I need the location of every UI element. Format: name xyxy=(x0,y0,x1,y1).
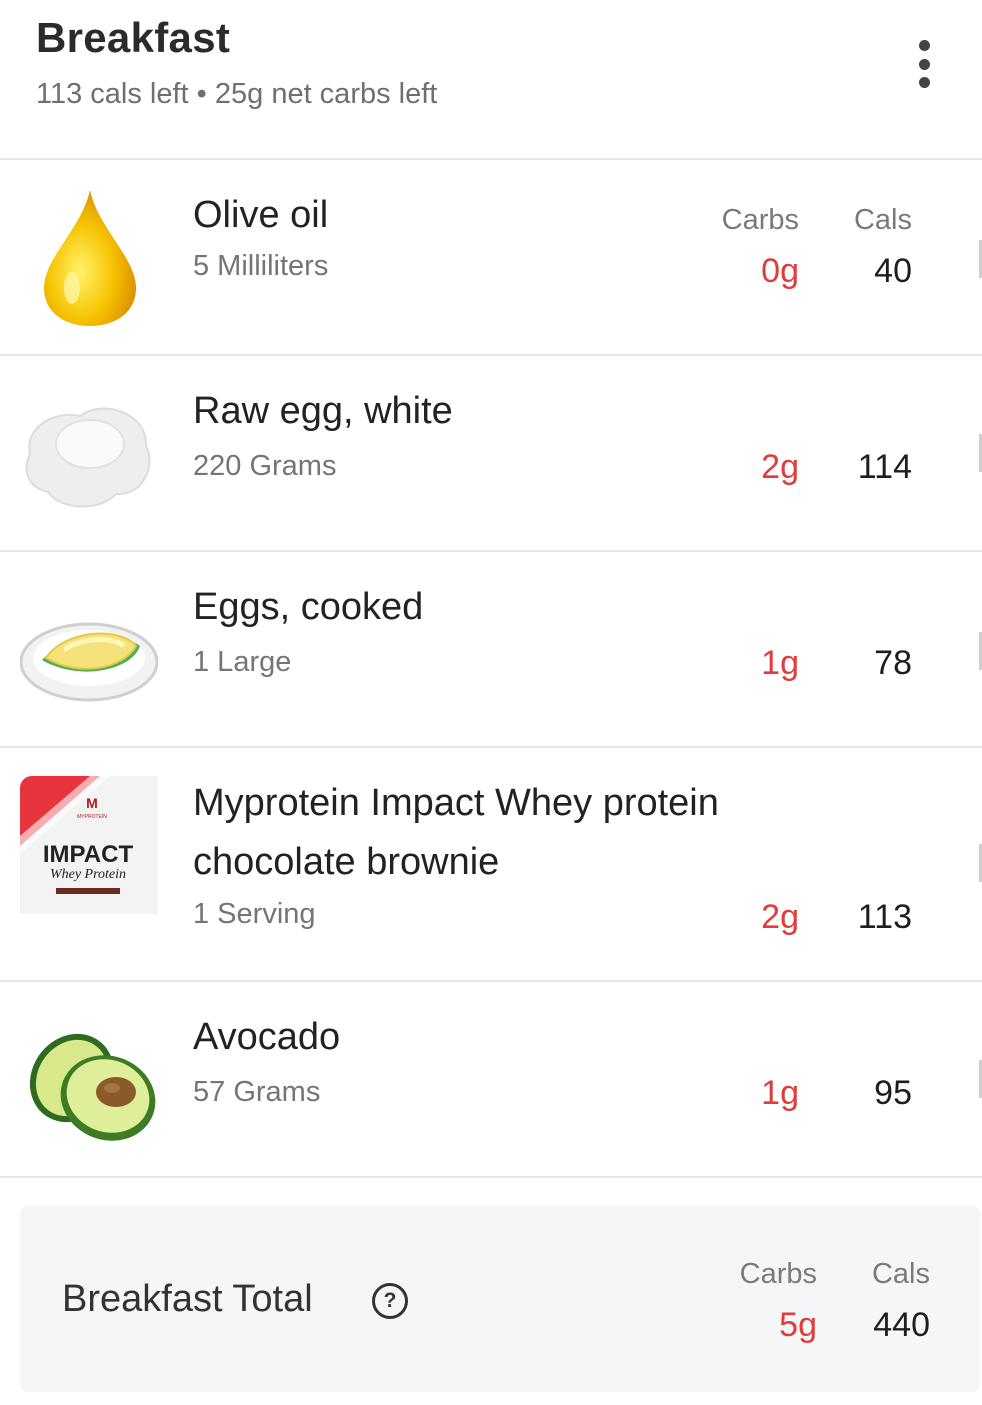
food-carbs: 2g xyxy=(761,898,799,936)
total-cals-header: Cals xyxy=(871,1258,930,1290)
svg-text:IMPACT: IMPACT xyxy=(43,841,134,868)
food-cals: 95 xyxy=(874,1074,912,1112)
more-options-icon[interactable] xyxy=(906,40,942,88)
total-carbs: 5g xyxy=(779,1306,817,1344)
food-serving: 1 Serving xyxy=(193,898,316,930)
food-row-myprotein-impact-whey[interactable]: M MYPROTEIN IMPACT Whey Protein Myprotei… xyxy=(0,748,982,980)
meal-header: Breakfast 113 cals left • 25g net carbs … xyxy=(0,0,982,158)
food-row-avocado[interactable]: Avocado 57 Grams 1g 95 xyxy=(0,982,982,1176)
food-carbs: 1g xyxy=(761,1074,799,1112)
food-row-eggs-cooked[interactable]: Eggs, cooked 1 Large 1g 78 xyxy=(0,552,982,746)
svg-text:Whey Protein: Whey Protein xyxy=(50,867,126,882)
food-cals: 113 xyxy=(857,898,912,936)
protein-pouch-icon: M MYPROTEIN IMPACT Whey Protein xyxy=(20,776,158,914)
egg-white-icon xyxy=(25,407,151,508)
food-cals: 78 xyxy=(874,644,912,682)
total-carbs-header: Carbs xyxy=(739,1258,817,1290)
food-name: Avocado xyxy=(193,1016,341,1058)
carbs-header: Carbs xyxy=(721,204,799,236)
meal-total-label: Breakfast Total xyxy=(62,1278,313,1320)
food-serving: 5 Milliliters xyxy=(193,250,329,282)
food-serving: 1 Large xyxy=(193,646,292,678)
food-name: Myprotein Impact Whey protein chocolate … xyxy=(193,782,719,883)
meal-title: Breakfast xyxy=(36,14,231,61)
food-serving: 57 Grams xyxy=(193,1076,321,1108)
olive-oil-drop-icon xyxy=(44,190,136,326)
omelette-plate-icon xyxy=(20,622,158,702)
food-carbs: 1g xyxy=(761,644,799,682)
food-row-raw-egg-white[interactable]: Raw egg, white 220 Grams 2g 114 xyxy=(0,356,982,550)
divider xyxy=(0,1176,982,1178)
food-row-olive-oil[interactable]: Olive oil 5 Milliliters Carbs Cals 0g 40 xyxy=(0,160,982,354)
avocado-halves-icon xyxy=(29,1033,156,1141)
food-cals: 40 xyxy=(874,252,912,290)
food-name: Eggs, cooked xyxy=(193,586,424,628)
help-icon[interactable]: ? xyxy=(372,1283,408,1319)
meal-summary: 113 cals left • 25g net carbs left xyxy=(36,78,438,110)
food-serving: 220 Grams xyxy=(193,450,337,482)
food-carbs: 2g xyxy=(761,448,799,486)
meal-total-card: Breakfast Total ? Carbs Cals 5g 440 xyxy=(20,1206,980,1392)
cals-header: Cals xyxy=(853,204,912,236)
food-name: Raw egg, white xyxy=(193,390,453,432)
total-cals: 440 xyxy=(873,1306,930,1344)
svg-text:M: M xyxy=(86,795,98,811)
food-name: Olive oil xyxy=(193,194,329,236)
food-cals: 114 xyxy=(857,448,912,486)
svg-text:MYPROTEIN: MYPROTEIN xyxy=(77,814,107,820)
food-carbs: 0g xyxy=(761,252,799,290)
